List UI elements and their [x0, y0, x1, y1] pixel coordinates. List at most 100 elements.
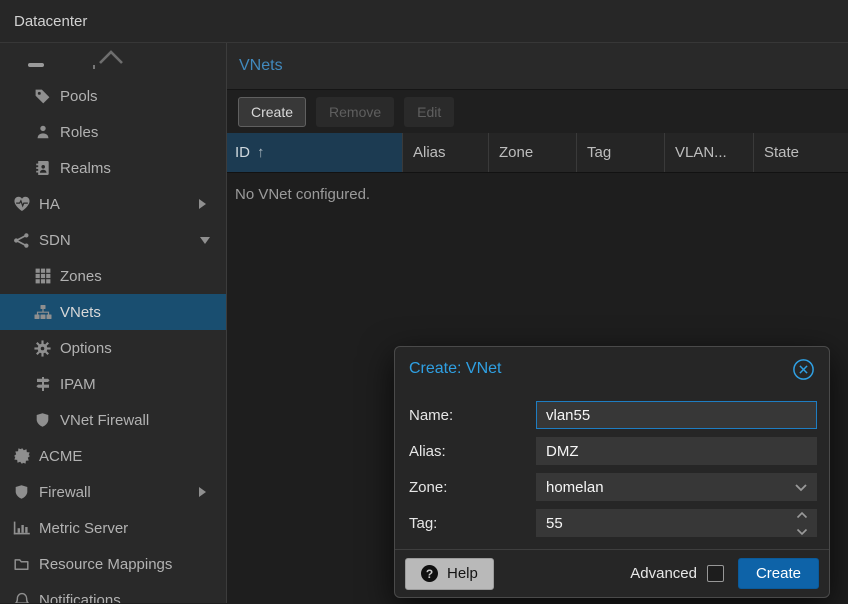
chevron-right-icon[interactable] [199, 199, 206, 209]
name-input-value: vlan55 [546, 407, 590, 424]
topbar: Datacenter [0, 0, 848, 43]
tag-field-row: Tag:55 [409, 509, 817, 537]
table-header: ID ↑ Alias ZoneTag VLAN... State [227, 133, 848, 173]
column-header-alias[interactable]: Alias [403, 133, 489, 172]
sidebar-item-pools[interactable]: Pools [0, 78, 226, 114]
sidebar-item-roles[interactable]: Roles [0, 114, 226, 150]
question-icon: ? [421, 565, 438, 582]
shield-icon [12, 483, 31, 501]
sitemap-icon [33, 303, 52, 321]
column-label: VLAN... [675, 144, 727, 161]
column-header-id[interactable]: ID ↑ [227, 133, 403, 172]
dialog-footer: ? Help Advanced Create [395, 549, 829, 597]
spinner-buttons[interactable] [796, 510, 808, 536]
zone-field-label: Zone: [409, 479, 536, 496]
sidebar-item-label: Resource Mappings [39, 556, 172, 573]
chevron-right-icon[interactable] [199, 487, 206, 497]
sidebar-item-label: Zones [60, 268, 102, 285]
sidebar-item-realms[interactable]: Realms [0, 150, 226, 186]
bell-icon [12, 591, 31, 603]
sidebar-item-zones[interactable]: Zones [0, 258, 226, 294]
help-button[interactable]: ? Help [405, 558, 494, 590]
remove-button: Remove [316, 97, 394, 127]
spinner-up-icon[interactable] [796, 506, 808, 523]
sidebar-item-label: Metric Server [39, 520, 128, 537]
zone-field-row: Zone: homelan [409, 473, 817, 501]
sidebar-item-metric-server[interactable]: Metric Server [0, 510, 226, 546]
share-nodes-icon [12, 231, 31, 249]
address-book-icon [33, 159, 52, 177]
create-submit-button[interactable]: Create [738, 558, 819, 589]
column-label: State [764, 144, 799, 161]
name-input[interactable]: vlan55 [536, 401, 817, 429]
sidebar-item-scrolled-partial[interactable] [0, 43, 226, 78]
sidebar-item-ipam[interactable]: IPAM [0, 366, 226, 402]
panel-title: VNets [239, 57, 283, 75]
sidebar-item-notifications[interactable]: Notifications [0, 582, 226, 603]
alias-input[interactable]: DMZ [536, 437, 817, 465]
dialog-title: Create: VNet [409, 360, 792, 378]
column-label: ID [235, 144, 250, 161]
signpost-icon [33, 375, 52, 393]
sidebar-item-vnets[interactable]: VNets [0, 294, 226, 330]
close-icon[interactable] [792, 358, 815, 381]
partial-item-icon [28, 63, 44, 67]
sidebar-item-label: IPAM [60, 376, 96, 393]
create-button[interactable]: Create [238, 97, 306, 127]
bar-chart-icon [12, 519, 31, 537]
partial-item-text-fragment [93, 65, 95, 69]
zone-input-value: homelan [546, 479, 604, 496]
sidebar-item-label: Notifications [39, 592, 121, 604]
sidebar-item-label: ACME [39, 448, 82, 465]
sort-asc-icon: ↑ [257, 144, 265, 161]
sidebar-item-label: SDN [39, 232, 71, 249]
spinner-down-icon[interactable] [796, 523, 808, 540]
shield-icon [33, 411, 52, 429]
advanced-label: Advanced [630, 565, 697, 582]
sidebar-item-label: Firewall [39, 484, 91, 501]
alias-field-label: Alias: [409, 443, 536, 460]
tag-input[interactable]: 55 [536, 509, 817, 537]
sidebar-item-label: VNets [60, 304, 101, 321]
sidebar-item-label: HA [39, 196, 60, 213]
column-label: Alias [413, 144, 446, 161]
column-header-vlanaware[interactable]: VLAN... [665, 133, 754, 172]
name-field-label: Name: [409, 407, 536, 424]
sidebar-item-label: Options [60, 340, 112, 357]
tags-icon [33, 87, 52, 105]
sidebar-item-acme[interactable]: ACME [0, 438, 226, 474]
dialog-header[interactable]: Create: VNet [395, 347, 829, 391]
panel-header: VNets [227, 43, 848, 90]
sidebar-item-label: VNet Firewall [60, 412, 149, 429]
sidebar-item-firewall[interactable]: Firewall [0, 474, 226, 510]
advanced-checkbox[interactable] [707, 565, 724, 582]
sidebar-item-label: Pools [60, 88, 98, 105]
zone-input[interactable]: homelan [536, 473, 817, 501]
edit-button: Edit [404, 97, 454, 127]
tag-field-label: Tag: [409, 515, 536, 532]
heartbeat-icon [12, 195, 31, 213]
sidebar-item-options[interactable]: Options [0, 330, 226, 366]
column-header-state[interactable]: State [754, 133, 848, 172]
sidebar-item-ha[interactable]: HA [0, 186, 226, 222]
chevron-up-icon [97, 48, 125, 66]
page-title: Datacenter [14, 13, 87, 30]
sidebar-item-resource-mappings[interactable]: Resource Mappings [0, 546, 226, 582]
chevron-down-icon[interactable] [200, 237, 210, 244]
sidebar-item-label: Realms [60, 160, 111, 177]
column-header-tag[interactable]: Tag [577, 133, 665, 172]
toolbar: Create Remove Edit [227, 90, 848, 133]
column-header-zone[interactable]: Zone [489, 133, 577, 172]
alias-field-row: Alias: DMZ [409, 437, 817, 465]
alias-input-value: DMZ [546, 443, 579, 460]
chevron-down-icon[interactable] [794, 474, 808, 500]
sidebar-item-sdn[interactable]: SDN [0, 222, 226, 258]
sidebar-item-vnet-firewall[interactable]: VNet Firewall [0, 402, 226, 438]
dialog-body: Name: vlan55 Alias: DMZ Zone: homelan Tag:55 [395, 391, 829, 549]
sidebar: Pools Roles Realms HA SDN Zones VNets Options IP… [0, 43, 227, 603]
table-empty-text: No VNet configured. [227, 173, 848, 216]
certificate-icon [12, 447, 31, 465]
create-vnet-dialog: Create: VNet Name: vlan55 Alias: DMZ Zone: ho… [394, 346, 830, 598]
gear-icon [33, 339, 52, 357]
sidebar-item-label: Roles [60, 124, 98, 141]
